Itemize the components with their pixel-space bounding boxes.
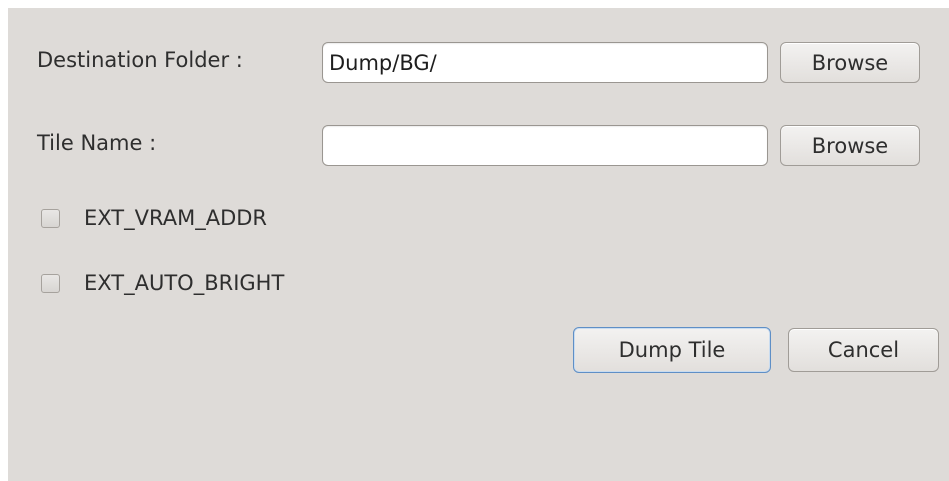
tile-name-browse-button[interactable]: Browse: [780, 125, 920, 166]
destination-folder-input[interactable]: [322, 42, 768, 83]
ext-vram-addr-checkbox[interactable]: [41, 208, 60, 228]
destination-browse-button[interactable]: Browse: [780, 42, 920, 83]
cancel-button[interactable]: Cancel: [788, 328, 939, 372]
tile-name-input[interactable]: [322, 125, 768, 166]
ext-auto-bright-label: EXT_AUTO_BRIGHT: [84, 271, 285, 295]
ext-vram-addr-option[interactable]: EXT_VRAM_ADDR: [41, 206, 267, 230]
ext-vram-addr-label: EXT_VRAM_ADDR: [84, 206, 268, 230]
destination-folder-label: Destination Folder :: [37, 48, 243, 72]
dump-tile-button[interactable]: Dump Tile: [573, 327, 771, 373]
ext-auto-bright-checkbox[interactable]: [41, 273, 60, 293]
ext-auto-bright-option[interactable]: EXT_AUTO_BRIGHT: [41, 271, 284, 295]
dump-tile-dialog: Destination Folder : Browse Tile Name : …: [8, 8, 949, 481]
tile-name-label: Tile Name :: [37, 131, 157, 155]
